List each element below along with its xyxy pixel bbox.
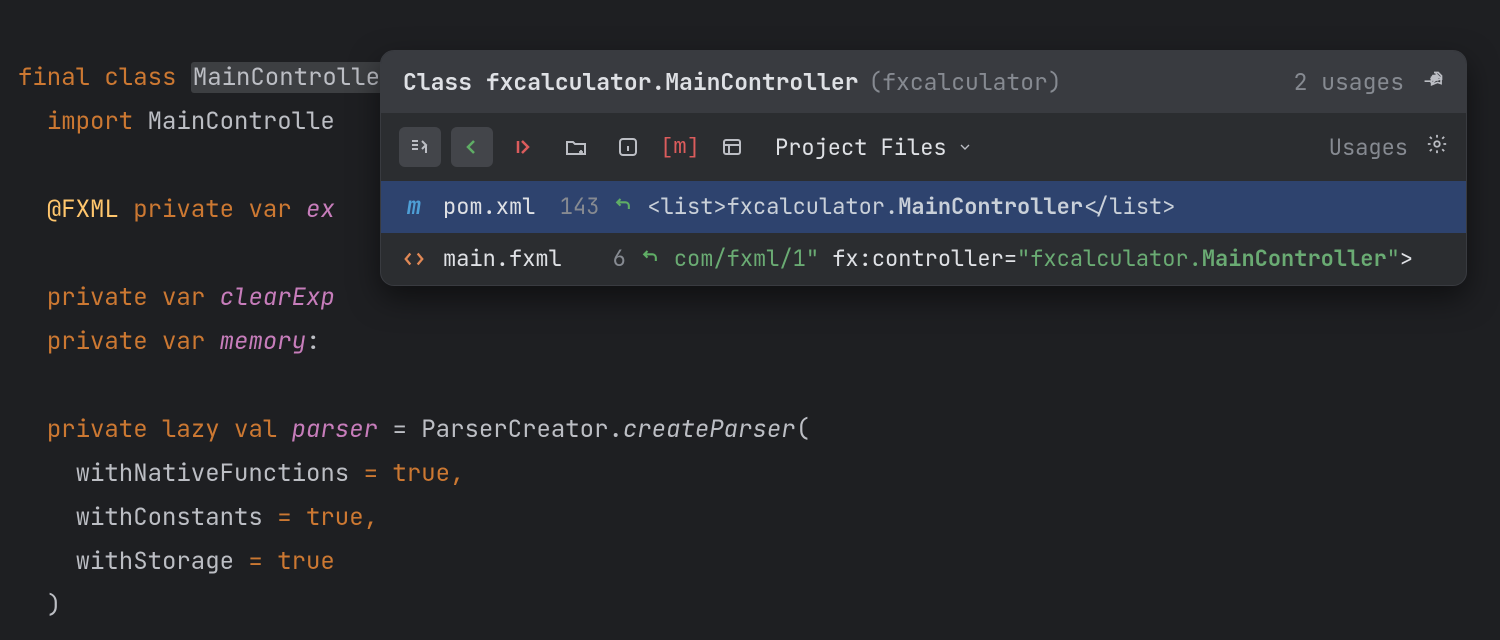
new-indicator-icon [640, 243, 660, 275]
pin-icon[interactable] [1424, 67, 1444, 97]
code-line: withConstants = true, [18, 502, 378, 533]
find-usages-popup: Class fxcalculator.MainController (fxcal… [380, 50, 1467, 286]
param: withStorage [76, 546, 234, 577]
annotation: @FXML [47, 194, 119, 225]
popup-toolbar: [m] Project Files Usages [381, 113, 1466, 181]
keyword: private [47, 326, 148, 357]
punct: : [306, 326, 320, 357]
popup-subtitle: (fxcalculator) [868, 67, 1061, 97]
next-occurrence-button[interactable] [503, 127, 545, 167]
info-button[interactable] [607, 127, 649, 167]
keyword: private [133, 194, 234, 225]
blank-line [18, 238, 32, 269]
keyword: private [47, 414, 148, 445]
line-number: 6 [576, 243, 626, 275]
class-name-highlighted[interactable]: MainController [191, 62, 397, 93]
param: withConstants [76, 502, 263, 533]
code-snippet: com/fxml/1" fx:controller="fxcalculator.… [674, 243, 1413, 275]
popup-header: Class fxcalculator.MainController (fxcal… [381, 51, 1466, 113]
code-line: @FXML private var ex [18, 194, 335, 225]
scope-selector[interactable]: Project Files [775, 133, 973, 162]
variable: ex [306, 194, 335, 225]
chevron-down-icon [957, 133, 973, 162]
code-line: private var clearExp [18, 282, 335, 313]
keyword: val [234, 414, 277, 445]
code-line: ) [18, 590, 61, 621]
keyword: var [162, 282, 205, 313]
variable: clearExp [220, 282, 335, 313]
code-line: withNativeFunctions = true, [18, 458, 464, 489]
usage-result-row[interactable]: m pom.xml 143 <list>fxcalculator.MainContro… [381, 181, 1466, 233]
identifier: MainControlle [148, 106, 335, 137]
punct: . [608, 414, 622, 445]
usage-count-label: 2 usages [1294, 67, 1404, 97]
popup-title: Class fxcalculator.MainController [403, 67, 858, 97]
usage-result-row[interactable]: main.fxml 6 com/fxml/1" fx:controller="fxc… [381, 233, 1466, 285]
param: withNativeFunctions [76, 458, 350, 489]
filename-label: main.fxml [443, 243, 562, 275]
preview-panel-button[interactable] [711, 127, 753, 167]
keyword: lazy [162, 414, 220, 445]
new-folder-button[interactable] [555, 127, 597, 167]
code-line: import MainControlle [18, 106, 335, 137]
regex-filter-button[interactable]: [m] [659, 127, 701, 167]
variable: parser [292, 414, 378, 445]
filename-label: pom.xml [443, 191, 535, 223]
keyword: import [47, 106, 133, 137]
keyword: var [248, 194, 291, 225]
keyword: class [104, 62, 176, 93]
prev-occurrence-button[interactable] [451, 127, 493, 167]
method-call: createParser [623, 414, 796, 445]
results-list: m pom.xml 143 <list>fxcalculator.MainContro… [381, 181, 1466, 285]
code-line: private lazy val parser = ParserCreator.… [18, 414, 810, 445]
maven-file-icon: m [399, 191, 429, 223]
line-number: 143 [549, 191, 599, 223]
text: = true [234, 546, 335, 577]
blank-line [18, 150, 32, 181]
new-indicator-icon [613, 191, 633, 223]
punct: ) [47, 590, 61, 621]
blank-line [18, 370, 32, 401]
variable: memory [220, 326, 306, 357]
keyword: var [162, 326, 205, 357]
xml-file-icon [399, 248, 429, 270]
keyword: final [18, 62, 90, 93]
text: = true, [349, 458, 464, 489]
open-in-tool-window-button[interactable] [399, 127, 441, 167]
text: = [378, 414, 421, 445]
code-line: private var memory: [18, 326, 320, 357]
code-line: withStorage = true [18, 546, 335, 577]
code-snippet: <list>fxcalculator.MainController</list> [647, 191, 1175, 223]
scope-label: Project Files [775, 133, 947, 162]
text: = true, [263, 502, 378, 533]
class-ref: ParserCreator [421, 414, 608, 445]
usages-tab-label[interactable]: Usages [1329, 133, 1408, 162]
code-line: final class MainController: [18, 62, 411, 93]
keyword: private [47, 282, 148, 313]
punct: ( [796, 414, 810, 445]
settings-icon[interactable] [1426, 133, 1448, 162]
